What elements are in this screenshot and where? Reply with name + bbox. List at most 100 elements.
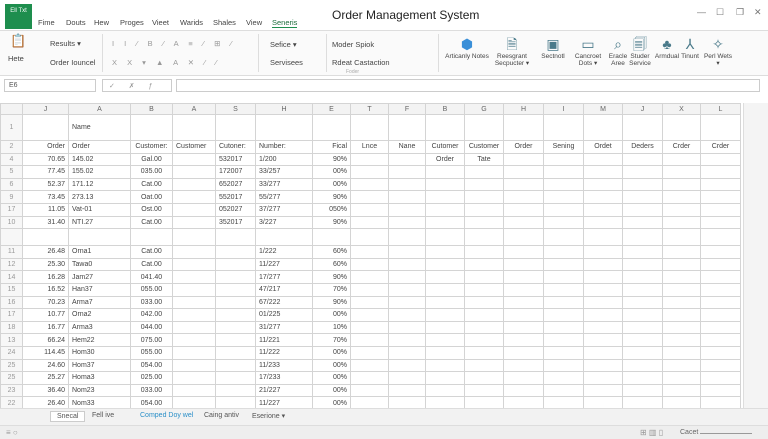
ribbon-button-8[interactable]: ✧ Perl Wets ▾ <box>703 35 733 67</box>
cell[interactable]: Cutoner: <box>215 140 256 154</box>
cell[interactable] <box>700 333 741 347</box>
zoom-slider[interactable] <box>700 433 752 434</box>
cell[interactable]: 054.00 <box>130 358 173 373</box>
spreadsheet-grid[interactable]: J A B A S H E T F B G H I M J X L 1 Name 2 Order Order Custome… <box>0 103 741 410</box>
cell[interactable] <box>543 295 584 310</box>
vertical-scrollbar[interactable] <box>743 103 768 408</box>
row-header[interactable]: 14 <box>0 270 23 284</box>
cell[interactable]: Name <box>68 114 131 141</box>
cell[interactable] <box>622 270 663 284</box>
cell[interactable]: NTI.27 <box>68 215 131 230</box>
cell[interactable] <box>662 371 701 385</box>
cell[interactable] <box>622 371 663 385</box>
cell[interactable] <box>350 270 389 284</box>
cell[interactable] <box>503 383 544 398</box>
cell[interactable] <box>172 152 216 167</box>
cell[interactable] <box>700 177 741 192</box>
cell[interactable] <box>503 215 544 230</box>
cell[interactable] <box>172 358 216 373</box>
cell[interactable] <box>700 152 741 167</box>
cell[interactable] <box>388 202 426 217</box>
cell[interactable] <box>622 345 663 360</box>
cell[interactable] <box>583 371 623 385</box>
cell[interactable] <box>583 165 623 179</box>
row-header[interactable]: 25 <box>0 371 23 385</box>
cell[interactable]: Vat-01 <box>68 202 131 217</box>
cell[interactable] <box>464 177 504 192</box>
cell[interactable] <box>583 282 623 297</box>
cell[interactable] <box>583 257 623 272</box>
row-header[interactable]: 2 <box>0 140 23 154</box>
paste-button[interactable]: Hete <box>8 54 24 63</box>
cell[interactable] <box>700 215 741 230</box>
cell[interactable]: 041.40 <box>130 270 173 284</box>
font-format-buttons[interactable]: I I ⁄ B ⁄ A ≡ ⁄ ⊞ ⁄ <box>112 39 236 48</box>
cell[interactable] <box>172 383 216 398</box>
cell[interactable] <box>350 245 389 259</box>
cell[interactable]: 1/222 <box>255 245 313 259</box>
cell[interactable]: Deders <box>622 140 663 154</box>
cell[interactable] <box>700 345 741 360</box>
row-header[interactable]: 12 <box>0 257 23 272</box>
cell[interactable] <box>425 308 465 322</box>
cell[interactable]: Jam27 <box>68 270 131 284</box>
cell[interactable] <box>172 320 216 335</box>
column-header[interactable]: B <box>130 103 173 115</box>
cell[interactable] <box>425 345 465 360</box>
cell[interactable] <box>700 245 741 259</box>
sheet-tab-4[interactable]: Eserione ▾ <box>246 411 291 421</box>
cell[interactable]: Tate <box>464 152 504 167</box>
cell[interactable]: 1/200 <box>255 152 313 167</box>
cell[interactable] <box>622 190 663 204</box>
cell[interactable]: 00% <box>312 371 351 385</box>
row-header[interactable]: 17 <box>0 308 23 322</box>
cell[interactable] <box>622 358 663 373</box>
view-icons[interactable]: ⊞ ▥ ▯ <box>640 428 663 437</box>
cell[interactable]: 77.45 <box>22 165 69 179</box>
cell[interactable] <box>215 245 256 259</box>
cell[interactable] <box>622 257 663 272</box>
cell[interactable]: 00% <box>312 177 351 192</box>
cell[interactable] <box>312 114 351 141</box>
cell[interactable] <box>388 245 426 259</box>
cell[interactable]: Crder <box>700 140 741 154</box>
cell[interactable] <box>388 215 426 230</box>
tab-0[interactable]: Fime <box>38 18 55 27</box>
cell[interactable]: Cat.00 <box>130 215 173 230</box>
cell[interactable] <box>172 345 216 360</box>
cell[interactable]: 47/217 <box>255 282 313 297</box>
cell[interactable] <box>464 215 504 230</box>
column-header[interactable]: M <box>583 103 623 115</box>
row-header[interactable]: 13 <box>0 333 23 347</box>
cell[interactable] <box>215 295 256 310</box>
cell[interactable] <box>700 320 741 335</box>
cell[interactable]: Customer <box>172 140 216 154</box>
cell[interactable] <box>503 320 544 335</box>
cell[interactable] <box>172 270 216 284</box>
paste-icon[interactable]: 📋 <box>10 33 26 49</box>
cell[interactable]: 73.45 <box>22 190 69 204</box>
cell[interactable] <box>583 190 623 204</box>
cell[interactable]: Order <box>503 140 544 154</box>
cell[interactable]: 00% <box>312 358 351 373</box>
cell[interactable] <box>503 358 544 373</box>
cell[interactable] <box>622 177 663 192</box>
cell[interactable]: Gal.00 <box>130 152 173 167</box>
cell[interactable]: 24.60 <box>22 358 69 373</box>
cell[interactable] <box>388 152 426 167</box>
cell[interactable] <box>350 152 389 167</box>
cell[interactable] <box>503 114 544 141</box>
cell[interactable] <box>425 245 465 259</box>
cell[interactable] <box>425 228 465 247</box>
row-header[interactable]: 6 <box>0 177 23 192</box>
cell[interactable] <box>583 320 623 335</box>
cell[interactable] <box>543 245 584 259</box>
cell[interactable] <box>583 152 623 167</box>
column-header[interactable]: H <box>503 103 544 115</box>
cell[interactable]: Cutomer <box>425 140 465 154</box>
cell[interactable] <box>464 270 504 284</box>
cell[interactable] <box>700 308 741 322</box>
column-header[interactable]: T <box>350 103 389 115</box>
cell[interactable] <box>425 177 465 192</box>
cell[interactable] <box>543 333 584 347</box>
